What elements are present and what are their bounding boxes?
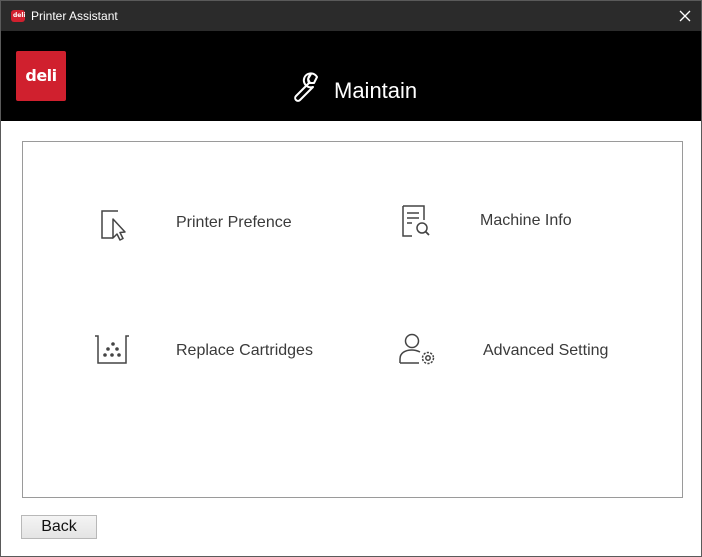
machine-info-tile[interactable]: Machine Info: [400, 204, 600, 240]
app-icon: deli: [11, 10, 25, 22]
app-icon-logo: deli: [13, 12, 26, 19]
document-search-icon: [402, 205, 430, 237]
printer-assistant-window: deli Printer Assistant deli Maintain Pri…: [0, 0, 702, 557]
title-bar: deli Printer Assistant: [1, 1, 701, 31]
maintain-options-panel: Printer Prefence Machine Info Replace Ca…: [22, 141, 683, 498]
window-title: Printer Assistant: [31, 9, 118, 23]
back-button[interactable]: Back: [21, 515, 97, 539]
close-button[interactable]: [669, 1, 701, 31]
advanced-setting-tile[interactable]: Advanced Setting: [397, 332, 617, 368]
replace-cartridges-label: Replace Cartridges: [176, 342, 313, 359]
cursor-select-icon: [101, 210, 126, 241]
close-icon: [679, 10, 691, 22]
logo-text: deli: [25, 66, 57, 85]
cartridge-icon: [95, 335, 129, 364]
user-gear-icon: [399, 333, 435, 365]
advanced-setting-label: Advanced Setting: [483, 342, 609, 359]
page-title: Maintain: [334, 78, 418, 103]
machine-info-label: Machine Info: [480, 212, 572, 229]
header-banner: deli Maintain: [1, 31, 701, 121]
deli-logo: deli: [16, 51, 66, 101]
printer-preference-label: Printer Prefence: [176, 214, 292, 231]
replace-cartridges-tile[interactable]: Replace Cartridges: [93, 332, 323, 368]
wrench-icon: [294, 72, 318, 102]
printer-preference-tile[interactable]: Printer Prefence: [95, 206, 315, 242]
